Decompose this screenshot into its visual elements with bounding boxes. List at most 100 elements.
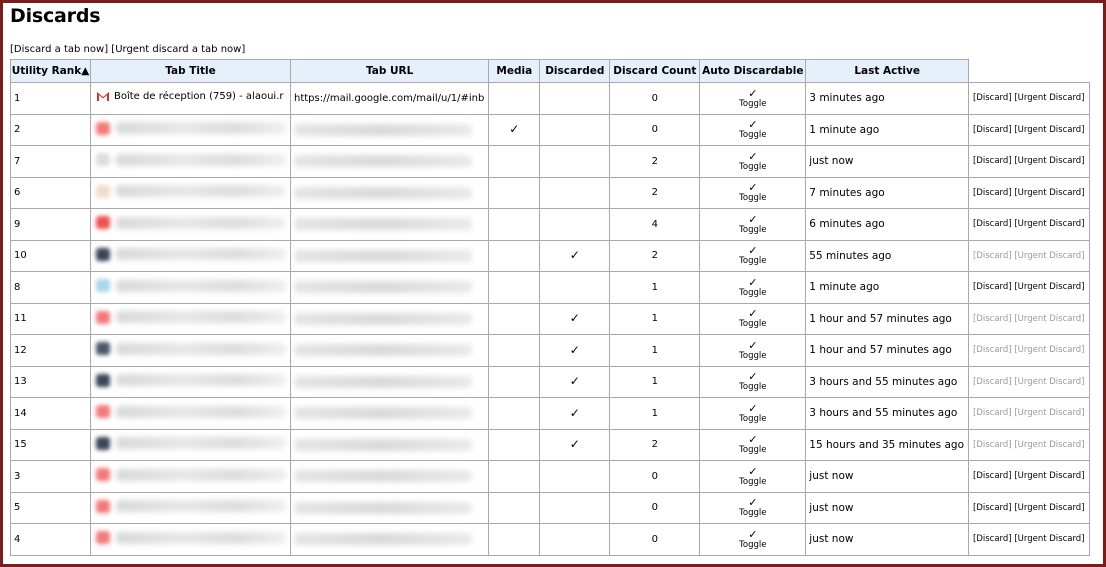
favicon: [96, 310, 110, 324]
toggle-link[interactable]: Toggle: [701, 256, 805, 266]
urgent-discard-link[interactable]: [Urgent Discard]: [1014, 93, 1084, 103]
column-header-tab-title[interactable]: Tab Title: [90, 59, 291, 83]
tab-title-redacted: [116, 374, 286, 387]
toggle-link[interactable]: Toggle: [701, 445, 805, 455]
tab-url-redacted: [294, 249, 472, 262]
auto-discardable-cell: ✓ Toggle: [699, 176, 807, 209]
discard-link[interactable]: [Discard]: [973, 314, 1012, 324]
auto-discardable-check: ✓: [748, 527, 758, 541]
column-header-media[interactable]: Media: [488, 59, 541, 83]
discard-link[interactable]: [Discard]: [973, 408, 1012, 418]
urgent-discard-link[interactable]: [Urgent Discard]: [1014, 534, 1084, 544]
toggle-link[interactable]: Toggle: [701, 99, 805, 109]
auto-discardable-check: ✓: [748, 275, 758, 289]
row-actions: [Discard] [Urgent Discard]: [968, 176, 1090, 209]
discard-count: 1: [609, 271, 701, 304]
auto-discardable-cell: ✓ Toggle: [699, 523, 807, 556]
toggle-link[interactable]: Toggle: [701, 477, 805, 487]
media-cell: [488, 145, 541, 178]
last-active: 1 minute ago: [805, 271, 970, 304]
urgent-discard-link[interactable]: [Urgent Discard]: [1014, 188, 1084, 198]
discard-link[interactable]: [Discard]: [973, 219, 1012, 229]
table-row: 4 0 ✓ Toggle just now [Discard] [Urgent …: [10, 523, 1090, 556]
toggle-link[interactable]: Toggle: [701, 382, 805, 392]
urgent-discard-tab-now-link[interactable]: [Urgent discard a tab now]: [111, 44, 245, 55]
urgent-discard-link[interactable]: [Urgent Discard]: [1014, 219, 1084, 229]
toggle-link[interactable]: Toggle: [701, 288, 805, 298]
row-actions: [Discard] [Urgent Discard]: [968, 208, 1090, 241]
tab-title-redacted: [116, 122, 286, 135]
top-actions: [Discard a tab now] [Urgent discard a ta…: [10, 44, 245, 55]
column-header-discard-count[interactable]: Discard Count: [609, 59, 701, 83]
tab-title-redacted: [116, 500, 286, 513]
urgent-discard-link[interactable]: [Urgent Discard]: [1014, 125, 1084, 135]
row-actions: [Discard] [Urgent Discard]: [968, 491, 1090, 524]
column-header-discarded[interactable]: Discarded: [539, 59, 611, 83]
toggle-link[interactable]: Toggle: [701, 225, 805, 235]
discard-link[interactable]: [Discard]: [973, 534, 1012, 544]
discard-count: 0: [609, 113, 701, 146]
toggle-link[interactable]: Toggle: [701, 540, 805, 550]
urgent-discard-link[interactable]: [Urgent Discard]: [1014, 440, 1084, 450]
urgent-discard-link[interactable]: [Urgent Discard]: [1014, 408, 1084, 418]
discarded-check: ✓: [569, 437, 580, 452]
row-actions: [Discard] [Urgent Discard]: [968, 397, 1090, 430]
toggle-link[interactable]: Toggle: [701, 130, 805, 140]
discard-tab-now-link[interactable]: [Discard a tab now]: [10, 44, 108, 55]
column-header-last-active[interactable]: Last Active: [805, 59, 970, 83]
urgent-discard-link[interactable]: [Urgent Discard]: [1014, 345, 1084, 355]
utility-rank: 5: [10, 491, 91, 524]
column-header-tab-url[interactable]: Tab URL: [289, 59, 490, 83]
tab-title-cell: [90, 334, 291, 367]
favicon: [96, 279, 110, 293]
media-cell: [488, 365, 541, 398]
discard-count: 1: [609, 365, 701, 398]
toggle-link[interactable]: Toggle: [701, 193, 805, 203]
tab-title-cell: [90, 302, 291, 335]
tab-url-cell: [289, 365, 490, 398]
urgent-discard-link[interactable]: [Urgent Discard]: [1014, 314, 1084, 324]
tab-title-cell: [90, 239, 291, 272]
toggle-link[interactable]: Toggle: [701, 162, 805, 172]
discard-link[interactable]: [Discard]: [973, 471, 1012, 481]
auto-discardable-cell: ✓ Toggle: [699, 334, 807, 367]
toggle-link[interactable]: Toggle: [701, 414, 805, 424]
toggle-link[interactable]: Toggle: [701, 319, 805, 329]
row-actions: [Discard] [Urgent Discard]: [968, 271, 1090, 304]
auto-discardable-check: ✓: [748, 149, 758, 163]
toggle-link[interactable]: Toggle: [701, 508, 805, 518]
row-actions: [Discard] [Urgent Discard]: [968, 145, 1090, 178]
discard-link[interactable]: [Discard]: [973, 377, 1012, 387]
urgent-discard-link[interactable]: [Urgent Discard]: [1014, 156, 1084, 166]
discard-link[interactable]: [Discard]: [973, 188, 1012, 198]
table-row: 5 0 ✓ Toggle just now [Discard] [Urgent …: [10, 491, 1090, 524]
column-header-utility-rank[interactable]: Utility Rank▲: [10, 59, 91, 83]
tab-url-cell: [289, 208, 490, 241]
urgent-discard-link[interactable]: [Urgent Discard]: [1014, 251, 1084, 261]
last-active: 15 hours and 35 minutes ago: [805, 428, 970, 461]
discard-link[interactable]: [Discard]: [973, 282, 1012, 292]
column-header-auto-discardable[interactable]: Auto Discardable: [699, 59, 807, 83]
discard-link[interactable]: [Discard]: [973, 440, 1012, 450]
table-row: 15 ✓ 2 ✓ Toggle 15 hours and 35 minutes …: [10, 428, 1090, 461]
favicon: [96, 121, 110, 135]
discard-link[interactable]: [Discard]: [973, 125, 1012, 135]
urgent-discard-link[interactable]: [Urgent Discard]: [1014, 503, 1084, 513]
favicon: [96, 342, 110, 356]
discard-link[interactable]: [Discard]: [973, 156, 1012, 166]
tab-url-redacted: [294, 123, 472, 136]
discard-link[interactable]: [Discard]: [973, 503, 1012, 513]
tab-url-cell: [289, 113, 490, 146]
tab-title-cell: [90, 523, 291, 556]
discard-link[interactable]: [Discard]: [973, 93, 1012, 103]
tab-title-redacted: [116, 153, 286, 166]
row-actions: [Discard] [Urgent Discard]: [968, 523, 1090, 556]
urgent-discard-link[interactable]: [Urgent Discard]: [1014, 282, 1084, 292]
table-row: 1 Boîte de réception (759) - alaoui.r ht…: [10, 82, 1090, 115]
urgent-discard-link[interactable]: [Urgent Discard]: [1014, 471, 1084, 481]
discard-link[interactable]: [Discard]: [973, 251, 1012, 261]
toggle-link[interactable]: Toggle: [701, 351, 805, 361]
discard-link[interactable]: [Discard]: [973, 345, 1012, 355]
table-row: 3 0 ✓ Toggle just now [Discard] [Urgent …: [10, 460, 1090, 493]
urgent-discard-link[interactable]: [Urgent Discard]: [1014, 377, 1084, 387]
